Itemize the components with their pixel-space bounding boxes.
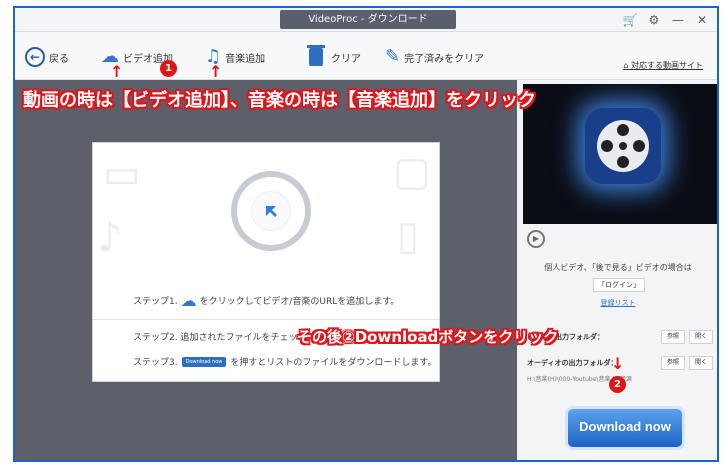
marker-2: 2 [609, 376, 626, 393]
clear-done-label: 完了済みをクリア [404, 53, 485, 65]
arrow-down-icon: ↓ [611, 354, 625, 373]
step3-label: を押すとリストのファイルをダウンロードします。 [230, 358, 437, 368]
minimize-button[interactable]: — [667, 11, 689, 29]
step1-text: ステップ1. ☁ をクリックしてビデオ/音楽のURLを追加します。 [133, 291, 399, 310]
supported-sites-link[interactable]: ⌂ 対応する動画サイト [623, 60, 703, 71]
videoproc-logo [585, 108, 661, 184]
private-video-text: 個人ビデオ、「後で見る」ビデオの場合は [544, 263, 692, 272]
preview-area [523, 84, 717, 224]
app-window: VideoProc - ダウンロード 🛒 ⚙ — ✕ ← 戻る ☁ ビデオ追加 … [13, 6, 719, 462]
arrow-up-icon: ↑ [209, 62, 223, 81]
device-decoration-icon: ▯ [397, 213, 420, 259]
back-button[interactable]: ← 戻る [25, 45, 69, 69]
film-reel-icon [597, 120, 649, 172]
film-decoration-icon: ▭ [103, 151, 141, 197]
history-link[interactable]: 登録リスト [519, 298, 717, 308]
download-now-button[interactable]: Download now [565, 406, 685, 450]
marker-1: 1 [160, 60, 177, 77]
arrow-up-icon: ↑ [110, 62, 124, 81]
video-open-button[interactable]: 開く [689, 330, 713, 344]
video-browse-button[interactable]: 参照 [661, 330, 685, 344]
back-label: 戻る [49, 53, 69, 65]
clear-button[interactable]: クリア [307, 45, 361, 69]
login-button[interactable]: 「ログイン」 [593, 278, 645, 292]
supported-sites-label: 対応する動画サイト [631, 61, 703, 70]
cart-icon[interactable]: 🛒 [619, 11, 641, 29]
add-video-icon: ☁ [180, 291, 197, 310]
settings-icon[interactable]: ⚙ [643, 11, 665, 29]
back-arrow-icon: ← [25, 47, 45, 67]
step1-prefix: ステップ1. [133, 297, 178, 307]
main-caption: 動画の時は【ビデオ追加】、音楽の時は【音楽追加】をクリック [23, 90, 536, 111]
cursor-arrow-icon [266, 206, 277, 217]
title-bar: VideoProc - ダウンロード 🛒 ⚙ — ✕ [15, 8, 717, 32]
trash-icon [307, 45, 325, 66]
music-decoration-icon: ♪ [97, 215, 123, 261]
add-music-label: 音楽追加 [225, 53, 266, 65]
step3-prefix: ステップ3. [133, 358, 178, 368]
music-browse-button[interactable]: 参照 [661, 356, 685, 370]
add-url-circle[interactable] [231, 171, 311, 251]
step3-download-button-image: Download now [181, 356, 227, 367]
step1-label: をクリックしてビデオ/音楽のURLを追加します。 [199, 297, 400, 307]
play-button[interactable]: ▶ [527, 230, 545, 248]
home-icon: ⌂ [623, 61, 631, 70]
step-caption: その後②Downloadボタンをクリック [297, 328, 559, 346]
clear-done-button[interactable]: ✎ 完了済みをクリア [385, 45, 484, 69]
image-decoration-icon: ▢ [393, 149, 431, 195]
clear-label: クリア [331, 53, 361, 65]
close-button[interactable]: ✕ [691, 11, 713, 29]
broom-icon: ✎ [385, 46, 401, 67]
right-panel: ▶ 個人ビデオ、「後で見る」ビデオの場合は 「ログイン」 登録リスト ビデオの出… [519, 80, 717, 460]
window-title: VideoProc - ダウンロード [280, 10, 456, 29]
music-folder-label: オーディオの出力フォルダ： [527, 359, 618, 367]
step3-text: ステップ3. Download now を押すとリストのファイルをダウンロードし… [133, 355, 436, 368]
music-open-button[interactable]: 開く [689, 356, 713, 370]
download-list-area[interactable]: ▭ ▢ ♪ ▯ ステップ1. ☁ をクリックしてビデオ/音楽のURLを追加します… [15, 80, 517, 460]
